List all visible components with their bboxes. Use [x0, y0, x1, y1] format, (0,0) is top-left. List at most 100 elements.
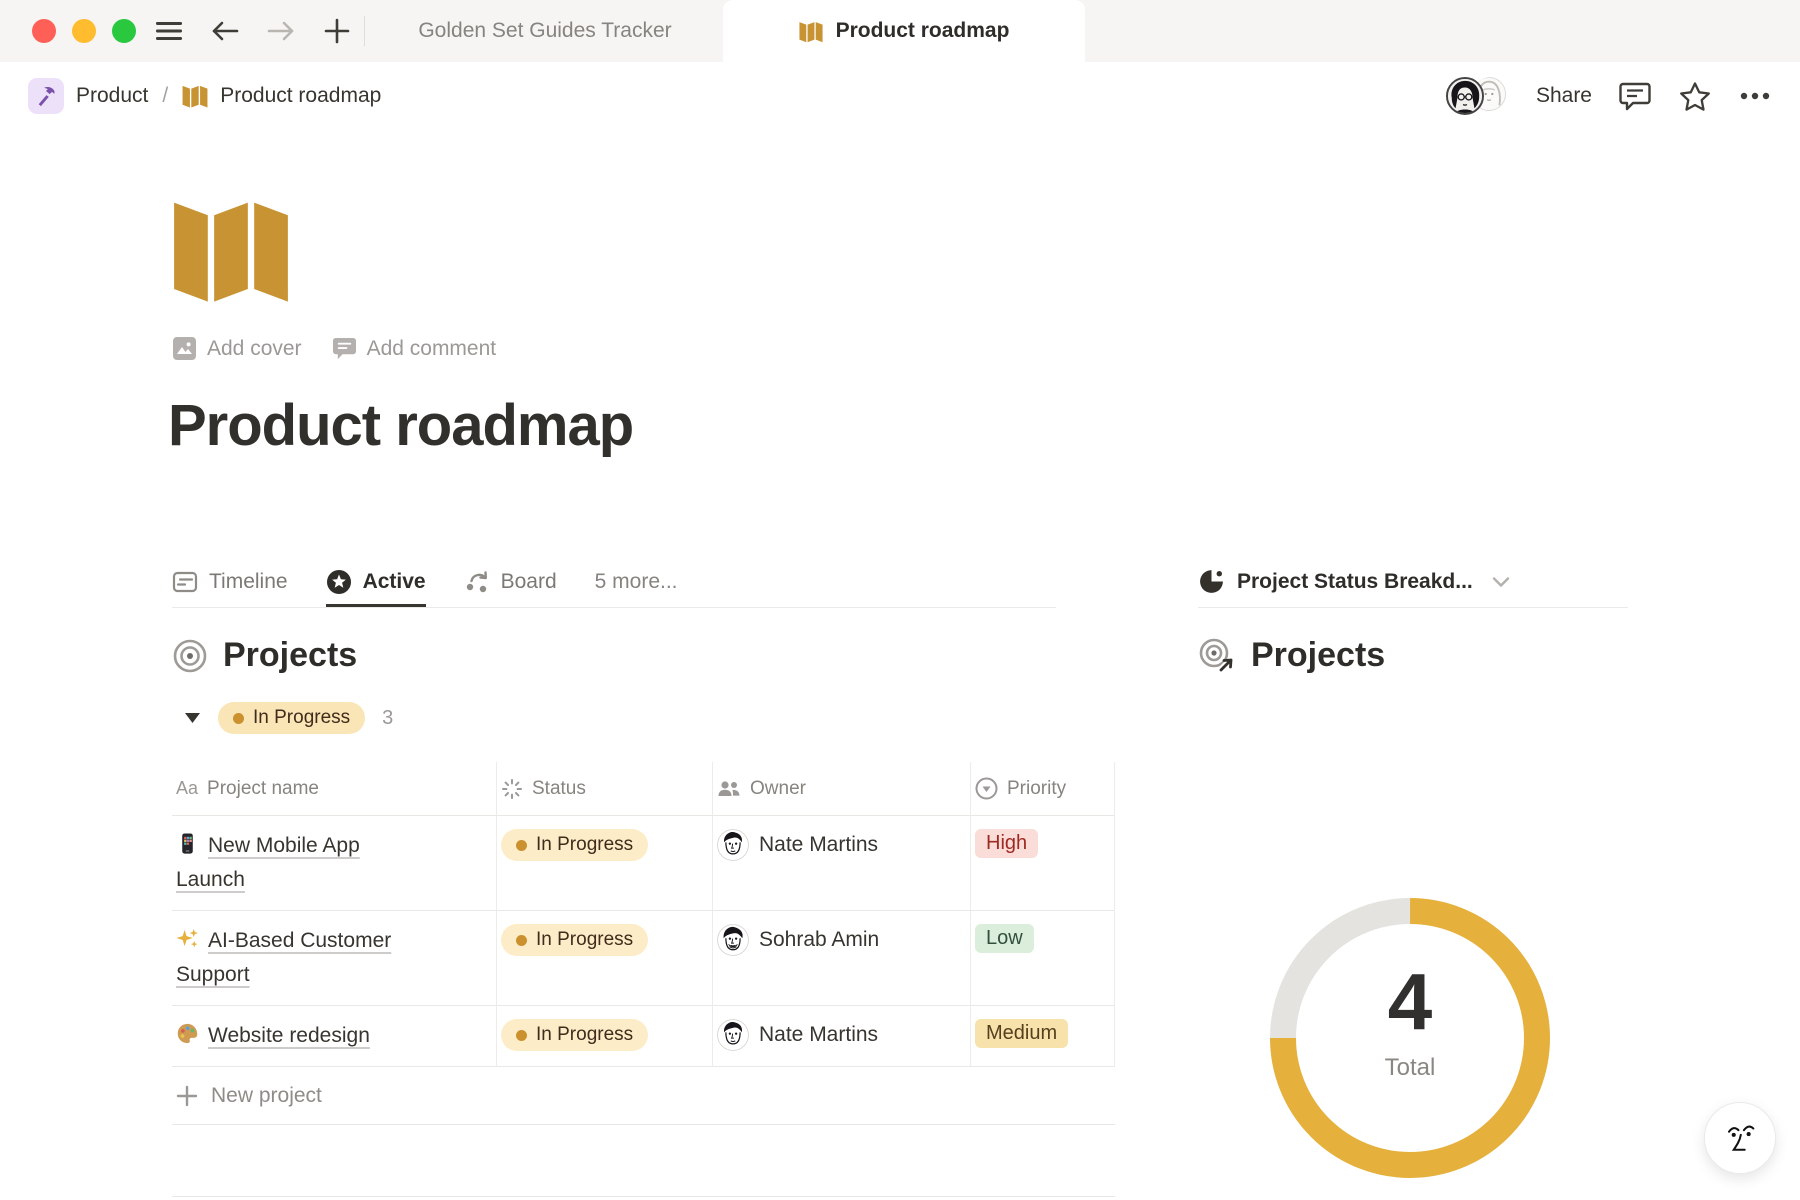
table-row[interactable]: Website redesign In Progress Nate Martin… [172, 1006, 1115, 1067]
section-title: Projects [223, 636, 357, 675]
group-status-pill[interactable]: In Progress [218, 702, 365, 734]
projects-database-title[interactable]: Projects [172, 636, 357, 675]
page-divider [172, 1196, 1115, 1197]
tab-label: Golden Set Guides Tracker [418, 19, 671, 43]
status-cell[interactable]: In Progress [497, 1006, 713, 1067]
status-cell[interactable]: In Progress [497, 911, 713, 1006]
priority-circle-icon [975, 777, 998, 800]
board-flow-icon [464, 569, 490, 595]
sparkles-icon [176, 927, 199, 950]
table-row[interactable]: AI-Based Customer Support In Progress So… [172, 911, 1115, 1006]
donut-total-label: Total [1262, 1054, 1558, 1082]
collaborator-avatars[interactable] [1446, 77, 1510, 115]
new-project-button[interactable]: New project [172, 1067, 1115, 1125]
view-tabs: Timeline Active Board 5 more... [172, 556, 1056, 608]
close-window-button[interactable] [32, 19, 56, 43]
minimize-window-button[interactable] [72, 19, 96, 43]
project-name-cell[interactable]: AI-Based Customer Support [172, 911, 497, 1006]
artist-palette-icon [176, 1022, 199, 1045]
more-options-icon[interactable] [1738, 79, 1772, 113]
sidebar-menu-icon[interactable] [152, 14, 186, 48]
star-circle-icon [326, 569, 352, 595]
breadcrumb-page-link[interactable]: Product roadmap [220, 84, 381, 108]
priority-pill: Medium [975, 1019, 1068, 1048]
column-header-priority[interactable]: Priority [971, 762, 1115, 816]
widget-selector[interactable]: Project Status Breakd... [1198, 556, 1628, 608]
comments-icon[interactable] [1618, 79, 1652, 113]
table-row[interactable]: New Mobile App Launch In Progress Nate M… [172, 816, 1115, 911]
add-comment-button[interactable]: Add comment [332, 337, 497, 361]
project-name-link[interactable]: Website redesign [176, 1019, 370, 1053]
map-icon [182, 84, 208, 108]
column-header-project-name[interactable]: Aa Project name [172, 762, 497, 816]
zoom-window-button[interactable] [112, 19, 136, 43]
add-cover-button[interactable]: Add cover [172, 336, 302, 361]
notion-ai-button[interactable] [1704, 1102, 1776, 1174]
owner-cell[interactable]: Sohrab Amin [713, 911, 971, 1006]
status-dot [516, 840, 527, 851]
favorite-star-icon[interactable] [1678, 79, 1712, 113]
topbar-separator [364, 16, 365, 46]
status-donut-chart: 4 Total [1262, 890, 1558, 1186]
status-dot [516, 1030, 527, 1041]
breadcrumb: Product / Product roadmap [28, 78, 381, 114]
column-header-owner[interactable]: Owner [713, 762, 971, 816]
status-pill: In Progress [501, 829, 648, 861]
project-name-cell[interactable]: Website redesign [172, 1006, 497, 1067]
breadcrumb-product-link[interactable]: Product [76, 84, 148, 108]
target-arrow-icon [1198, 637, 1236, 675]
tab-label: Product roadmap [836, 19, 1010, 43]
column-label: Status [532, 778, 586, 800]
text-type-icon: Aa [176, 778, 198, 799]
view-tab-label: Timeline [209, 570, 288, 594]
status-spinner-icon [501, 778, 523, 800]
avatar-collaborator-1 [1446, 77, 1484, 115]
view-tab-active[interactable]: Active [326, 556, 426, 607]
owner-cell[interactable]: Nate Martins [713, 816, 971, 911]
more-views-button[interactable]: 5 more... [595, 556, 678, 607]
share-button[interactable]: Share [1536, 84, 1592, 108]
page-icon-map[interactable] [172, 194, 290, 304]
view-tab-timeline[interactable]: Timeline [172, 556, 288, 607]
status-pill: In Progress [501, 1019, 648, 1051]
comment-icon [332, 337, 357, 361]
status-dot [516, 935, 527, 946]
project-name-cell[interactable]: New Mobile App Launch [172, 816, 497, 911]
priority-cell[interactable]: Medium [971, 1006, 1115, 1067]
breadcrumb-separator: / [162, 84, 168, 108]
forward-icon[interactable] [264, 14, 298, 48]
column-header-status[interactable]: Status [497, 762, 713, 816]
people-icon [717, 779, 741, 799]
priority-cell[interactable]: Low [971, 911, 1115, 1006]
priority-cell[interactable]: High [971, 816, 1115, 911]
owner-cell[interactable]: Nate Martins [713, 1006, 971, 1067]
avatar-nate-martins [717, 829, 749, 861]
chart-panel-title[interactable]: Projects [1198, 636, 1385, 675]
tab-golden-set-guides-tracker[interactable]: Golden Set Guides Tracker [380, 0, 710, 62]
new-project-label: New project [211, 1084, 322, 1108]
page-title[interactable]: Product roadmap [168, 392, 633, 459]
view-tab-board[interactable]: Board [464, 556, 557, 607]
project-name-link[interactable]: AI-Based Customer Support [176, 924, 422, 992]
tab-product-roadmap[interactable]: Product roadmap [723, 0, 1085, 62]
image-icon [172, 336, 197, 361]
plus-icon [176, 1085, 198, 1107]
status-cell[interactable]: In Progress [497, 816, 713, 911]
collapse-triangle-icon[interactable] [184, 712, 201, 724]
section-title: Projects [1251, 636, 1385, 675]
column-label: Project name [207, 778, 319, 800]
back-icon[interactable] [208, 14, 242, 48]
projects-table: Aa Project name Status Owner Priority [172, 762, 1115, 1125]
hammer-icon[interactable] [28, 78, 64, 114]
chevron-down-icon [1491, 575, 1511, 589]
status-dot [233, 713, 244, 724]
project-name-link[interactable]: New Mobile App Launch [176, 829, 422, 897]
table-rows: New Mobile App Launch In Progress Nate M… [172, 816, 1115, 1067]
priority-pill: High [975, 829, 1038, 858]
new-tab-icon[interactable] [320, 14, 354, 48]
column-label: Owner [750, 778, 806, 800]
group-label: In Progress [253, 707, 350, 729]
pie-chart-icon [1198, 568, 1225, 595]
donut-total-value: 4 [1262, 960, 1558, 1044]
ai-face-icon [1718, 1116, 1762, 1160]
